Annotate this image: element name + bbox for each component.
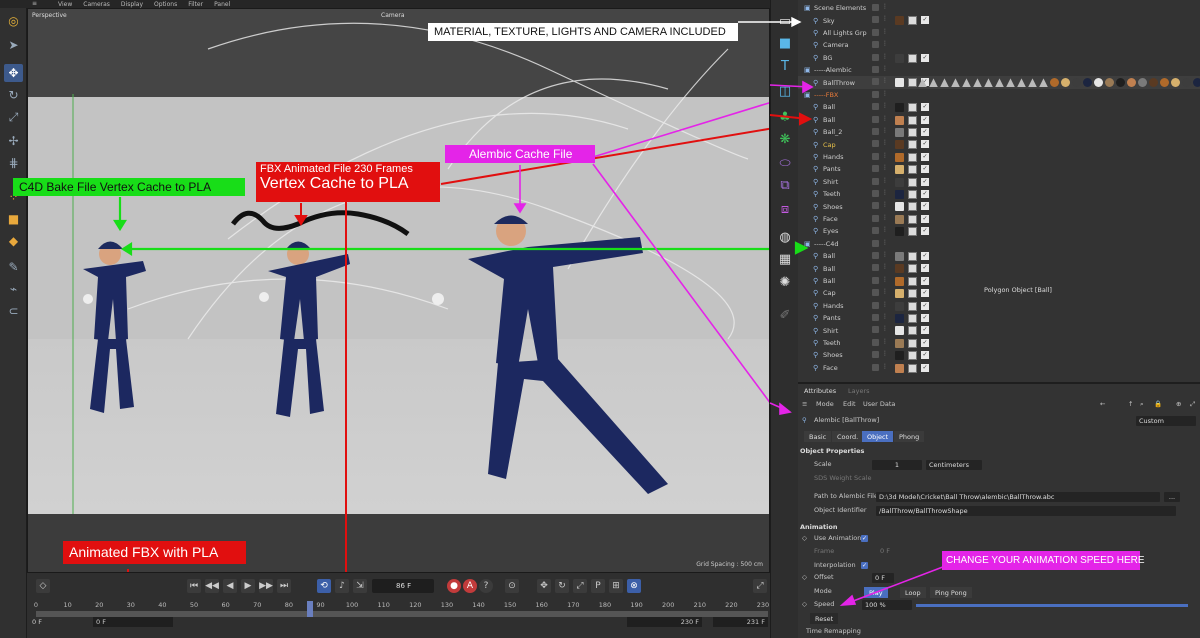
magenta-arrows-right [769,80,949,606]
green-arrow-right [794,241,809,255]
white-arrow [738,16,802,28]
overlay-arrows [738,16,949,606]
c4d-app-window: ≡ View Cameras Display Options Filter Pa… [0,0,1200,638]
red-arrow-right [769,112,813,126]
